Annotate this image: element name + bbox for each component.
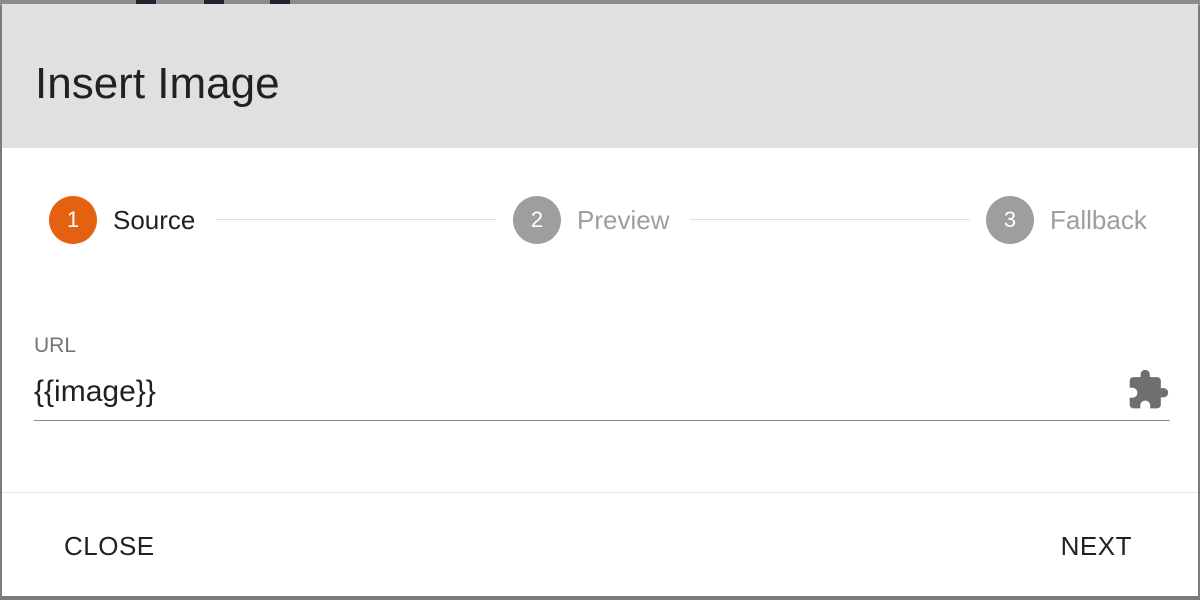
step-source[interactable]: 1 Source <box>49 196 195 244</box>
actions-divider <box>2 492 1198 493</box>
step-connector <box>216 219 496 220</box>
next-button[interactable]: NEXT <box>1031 516 1162 576</box>
puzzle-piece-icon[interactable] <box>1126 368 1170 412</box>
url-field-underline <box>34 420 1170 421</box>
step-label: Preview <box>577 204 670 235</box>
url-input[interactable] <box>34 368 1114 416</box>
step-label: Fallback <box>1050 204 1147 235</box>
step-number-badge: 2 <box>513 196 561 244</box>
url-field-label: URL <box>34 334 77 357</box>
step-label: Source <box>113 204 196 235</box>
step-preview[interactable]: 2 Preview <box>513 196 669 244</box>
dialog-title: Insert Image <box>35 59 280 108</box>
step-number-badge: 1 <box>49 196 97 244</box>
url-field: URL <box>34 332 1170 424</box>
step-fallback[interactable]: 3 Fallback <box>986 196 1147 244</box>
step-number-badge: 3 <box>986 196 1034 244</box>
insert-image-dialog: Insert Image 1 Source 2 Preview 3 Fallba… <box>2 4 1198 596</box>
dialog-header: Insert Image <box>2 4 1198 148</box>
close-button[interactable]: CLOSE <box>34 516 185 576</box>
step-connector <box>690 219 970 220</box>
stepper: 1 Source 2 Preview 3 Fallback <box>2 148 1198 292</box>
